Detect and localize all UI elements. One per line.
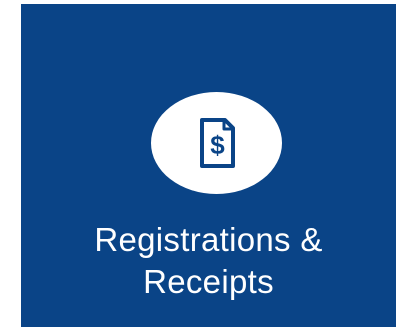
dollar-document-icon: $	[199, 118, 235, 168]
registrations-receipts-tile[interactable]: $ Registrations & Receipts	[21, 4, 396, 327]
icon-circle: $	[151, 92, 282, 194]
tile-label: Registrations & Receipts	[21, 219, 396, 303]
tile-label-line1: Registrations &	[94, 221, 323, 258]
dollar-glyph: $	[210, 130, 225, 160]
tile-label-line2: Receipts	[143, 263, 274, 300]
